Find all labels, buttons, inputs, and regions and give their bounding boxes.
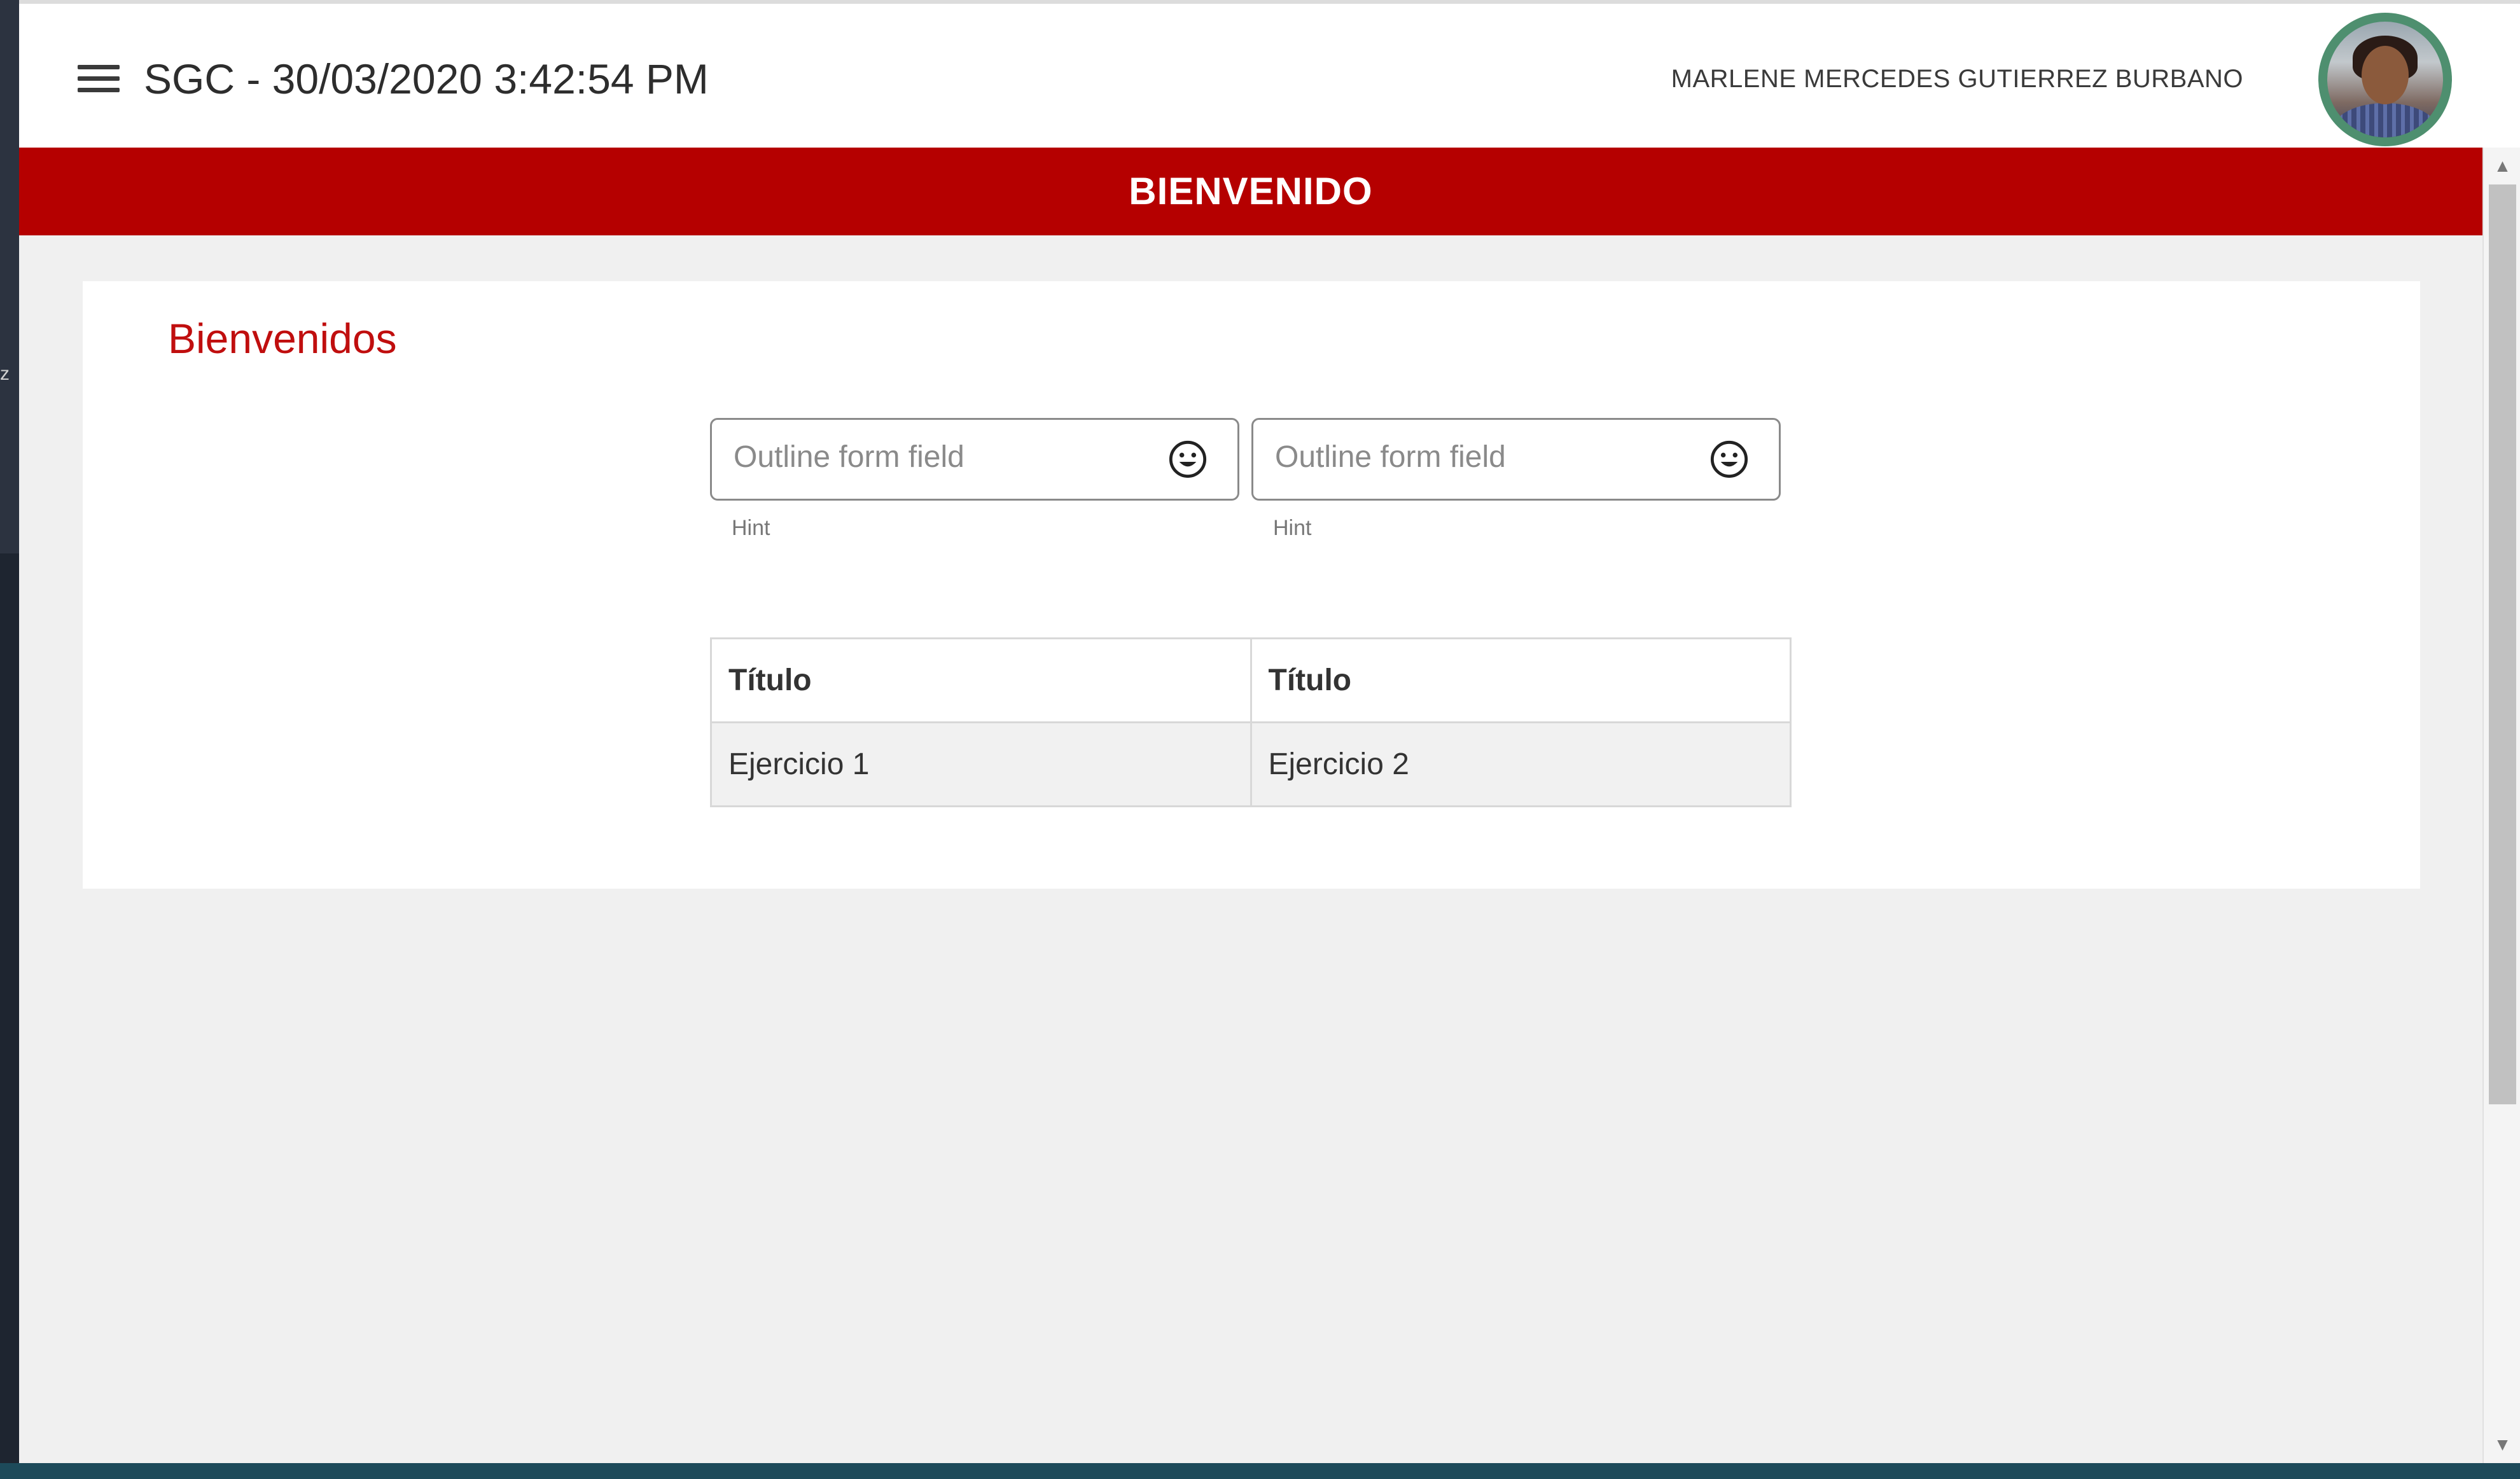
table-row[interactable]: Ejercicio 1 Ejercicio 2 bbox=[710, 721, 1792, 807]
smile-icon bbox=[1169, 440, 1207, 478]
app-title: SGC - 30/03/2020 3:42:54 PM bbox=[144, 55, 709, 102]
scroll-up-arrow-icon[interactable]: ▲ bbox=[2484, 150, 2520, 182]
background-window-panel bbox=[0, 0, 19, 553]
app-bar: SGC - 30/03/2020 3:42:54 PM MARLENE MERC… bbox=[19, 4, 2520, 149]
background-window-glyph: z bbox=[0, 366, 9, 382]
card-title: Bienvenidos bbox=[168, 315, 397, 362]
outline-form-field-1: Hint bbox=[710, 418, 1239, 553]
user-name[interactable]: MARLENE MERCEDES GUTIERREZ BURBANO bbox=[1671, 61, 2243, 97]
table-header-cell[interactable]: Título bbox=[1250, 637, 1792, 723]
outline-input-2[interactable] bbox=[1274, 434, 1683, 480]
outline-input-box-1[interactable] bbox=[710, 418, 1239, 501]
avatar-photo bbox=[2327, 22, 2443, 137]
scrollbar-thumb[interactable] bbox=[2489, 184, 2516, 1104]
user-avatar[interactable] bbox=[2318, 13, 2452, 146]
smile-icon bbox=[1710, 440, 1748, 478]
hamburger-menu-icon[interactable] bbox=[78, 62, 121, 94]
outline-input-box-2[interactable] bbox=[1251, 418, 1781, 501]
table-cell[interactable]: Ejercicio 1 bbox=[710, 721, 1252, 807]
table-header-row: Título Título bbox=[710, 637, 1792, 723]
outline-form-field-2: Hint bbox=[1251, 418, 1781, 553]
welcome-card: Bienvenidos Hint Hint bbox=[83, 281, 2420, 889]
scroll-down-arrow-icon[interactable]: ▼ bbox=[2484, 1429, 2520, 1461]
os-taskbar bbox=[0, 1463, 2520, 1479]
background-window-strip: z bbox=[0, 0, 19, 1479]
vertical-scrollbar[interactable]: ▲ ▼ bbox=[2482, 148, 2520, 1463]
field-hint-1: Hint bbox=[732, 516, 770, 540]
table-cell[interactable]: Ejercicio 2 bbox=[1250, 721, 1792, 807]
outline-input-1[interactable] bbox=[732, 434, 1142, 480]
welcome-banner: BIENVENIDO bbox=[19, 148, 2482, 235]
field-hint-2: Hint bbox=[1273, 516, 1312, 540]
table-header-cell[interactable]: Título bbox=[710, 637, 1252, 723]
exercise-table: Título Título Ejercicio 1 Ejercicio 2 bbox=[710, 637, 1792, 807]
